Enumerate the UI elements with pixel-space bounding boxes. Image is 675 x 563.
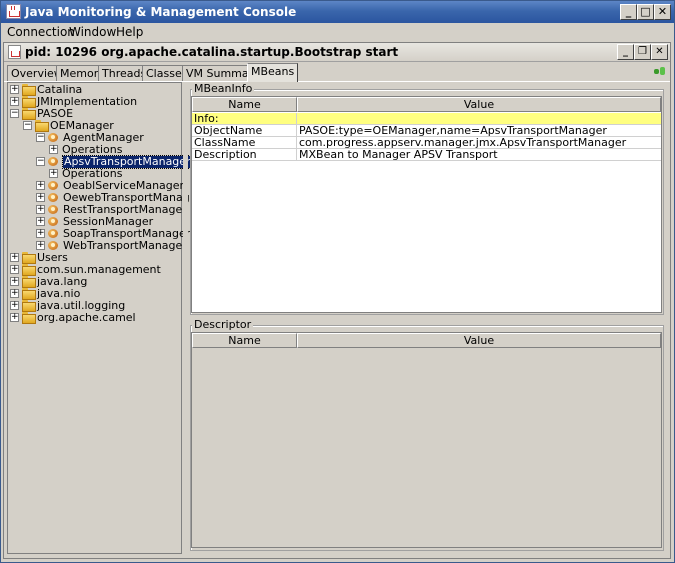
expand-icon[interactable]: +: [10, 313, 19, 322]
folder-icon: [22, 288, 36, 300]
descriptor-label: Descriptor: [192, 318, 254, 331]
folder-icon: [22, 252, 36, 264]
expand-icon[interactable]: +: [10, 253, 19, 262]
split-pane-divider[interactable]: [183, 82, 188, 554]
java-cup-icon: [8, 45, 21, 59]
row-name: ClassName: [192, 137, 297, 149]
mbeaninfo-label: MBeanInfo: [192, 82, 255, 95]
menu-help[interactable]: Help: [116, 25, 143, 39]
expand-icon[interactable]: +: [49, 145, 58, 154]
bean-icon: [48, 228, 59, 239]
connection-title: pid: 10296 org.apache.catalina.startup.B…: [25, 45, 399, 59]
folder-icon: [22, 264, 36, 276]
expand-icon[interactable]: +: [36, 205, 45, 214]
expand-icon[interactable]: +: [10, 85, 19, 94]
expand-icon[interactable]: +: [10, 277, 19, 286]
bean-icon: [48, 180, 59, 191]
folder-icon: [22, 276, 36, 288]
tree-node[interactable]: + java.lang: [0, 276, 180, 288]
expand-icon[interactable]: +: [36, 241, 45, 250]
tree-node[interactable]: + JMImplementation: [0, 96, 180, 108]
folder-icon: [22, 312, 36, 324]
row-value: [297, 113, 661, 125]
row-value: MXBean to Manager APSV Transport: [299, 149, 498, 161]
mbeaninfo-table[interactable]: Name Value Info: ObjectName PASOE:type=OEM…: [191, 96, 662, 313]
bean-icon: [48, 132, 59, 143]
folder-icon: [35, 120, 49, 132]
expand-icon[interactable]: +: [36, 217, 45, 226]
expand-icon[interactable]: +: [10, 301, 19, 310]
folder-icon: [22, 96, 36, 108]
expand-icon[interactable]: +: [36, 229, 45, 238]
row-name: ObjectName: [192, 125, 297, 137]
tree-node[interactable]: + org.apache.camel: [0, 312, 180, 324]
tree-node-label[interactable]: org.apache.camel: [37, 312, 136, 324]
row-name: Info:: [192, 113, 297, 125]
table-row[interactable]: Description MXBean to Manager APSV Transp…: [192, 149, 661, 161]
internal-frame-titlebar[interactable]: pid: 10296 org.apache.catalina.startup.B…: [4, 43, 670, 62]
expand-icon[interactable]: +: [10, 265, 19, 274]
expand-icon[interactable]: +: [36, 181, 45, 190]
descriptor-name-header[interactable]: Name: [192, 333, 297, 348]
close-button[interactable]: ✕: [654, 4, 671, 20]
bean-icon: [48, 216, 59, 227]
row-value: com.progress.appserv.manager.jmx.ApsvTra…: [299, 137, 627, 149]
connection-status-icon: [654, 66, 666, 76]
tree-node[interactable]: + WebTransportManager: [0, 240, 187, 252]
collapse-icon[interactable]: −: [36, 157, 45, 166]
expand-icon[interactable]: +: [36, 193, 45, 202]
row-name: Description: [192, 149, 297, 161]
bean-icon: [48, 156, 59, 167]
descriptor-table[interactable]: Name Value: [191, 332, 662, 548]
maximize-button[interactable]: □: [637, 4, 654, 20]
table-row[interactable]: ObjectName PASOE:type=OEManager,name=Apsv…: [192, 125, 661, 137]
tree-node-label[interactable]: WebTransportManager: [63, 240, 187, 252]
menu-connection[interactable]: Connection: [7, 25, 75, 39]
table-row[interactable]: ClassName com.progress.appserv.manager.jm…: [192, 137, 661, 149]
table-row[interactable]: Info:: [192, 113, 661, 125]
folder-icon: [22, 108, 36, 120]
menu-bar: Connection Window Help: [1, 23, 674, 41]
expand-icon[interactable]: +: [49, 169, 58, 178]
descriptor-value-header[interactable]: Value: [297, 333, 661, 348]
folder-icon: [22, 84, 36, 96]
menu-window[interactable]: Window: [69, 25, 116, 39]
tab-mbeans[interactable]: MBeans: [247, 63, 299, 82]
frame-minimize-button[interactable]: _: [617, 44, 634, 60]
expand-icon[interactable]: +: [10, 97, 19, 106]
collapse-icon[interactable]: −: [10, 109, 19, 118]
window-title: Java Monitoring & Management Console: [25, 5, 297, 19]
mbeaninfo-value-header[interactable]: Value: [297, 97, 661, 112]
expand-icon[interactable]: +: [10, 289, 19, 298]
folder-icon: [22, 300, 36, 312]
bean-icon: [48, 192, 59, 203]
frame-restore-button[interactable]: ❐: [634, 44, 651, 60]
frame-close-button[interactable]: ✕: [651, 44, 668, 60]
collapse-icon[interactable]: −: [23, 121, 32, 130]
mbeaninfo-name-header[interactable]: Name: [192, 97, 297, 112]
java-cup-icon: [6, 4, 21, 19]
window-titlebar[interactable]: Java Monitoring & Management Console _ □…: [1, 1, 674, 23]
row-value: PASOE:type=OEManager,name=ApsvTransportM…: [299, 125, 607, 137]
collapse-icon[interactable]: −: [36, 133, 45, 142]
bean-icon: [48, 240, 59, 251]
tree-node[interactable]: + com.sun.management: [0, 264, 180, 276]
minimize-button[interactable]: _: [620, 4, 637, 20]
bean-icon: [48, 204, 59, 215]
